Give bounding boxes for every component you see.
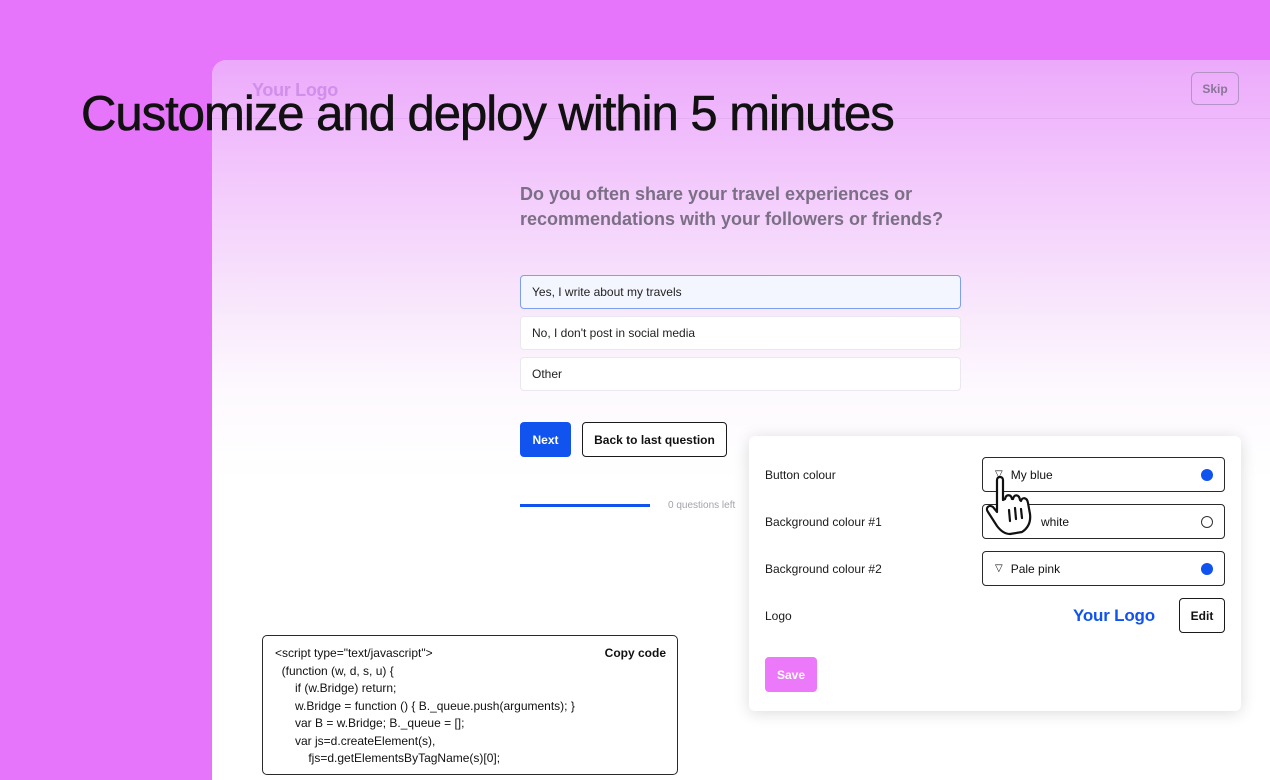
logo-label: Logo [765,609,792,623]
embed-code-panel: <script type="text/javascript"> (functio… [262,635,678,775]
answer-option-label: No, I don't post in social media [532,326,696,340]
page-headline: Customize and deploy within 5 minutes [81,87,895,142]
embed-code: <script type="text/javascript"> (functio… [275,646,575,765]
answer-option-yes[interactable]: Yes, I write about my travels [520,275,961,309]
answer-option-label: Yes, I write about my travels [532,285,682,299]
back-button[interactable]: Back to last question [582,422,727,457]
background-colour-2-select[interactable]: ▽ Pale pink [982,551,1225,586]
colour-swatch-icon [1201,469,1213,481]
button-colour-label: Button colour [765,468,836,482]
answer-option-label: Other [532,367,563,381]
skip-button[interactable]: Skip [1191,72,1239,105]
progress-bar-fill [520,504,650,507]
progress-bar [520,504,650,507]
hand-pointer-icon [985,475,1032,536]
progress-text: 0 questions left [668,500,736,511]
colour-swatch-icon [1201,516,1213,528]
next-button[interactable]: Next [520,422,571,457]
colour-swatch-icon [1201,563,1213,575]
edit-logo-button[interactable]: Edit [1179,598,1225,633]
dropdown-triangle-icon: ▽ [995,563,1003,574]
copy-code-button[interactable]: Copy code [605,646,666,660]
background-colour-1-label: Background colour #1 [765,515,882,529]
background-colour-2-value: Pale pink [1010,561,1061,576]
background-colour-2-label: Background colour #2 [765,562,882,576]
survey-question: Do you often share your travel experienc… [520,184,944,229]
logo-preview: Your Logo [1073,606,1155,625]
background-colour-1-value: white [1041,514,1070,529]
save-button[interactable]: Save [765,657,817,692]
answer-option-other[interactable]: Other [520,357,961,391]
answer-option-no[interactable]: No, I don't post in social media [520,316,961,350]
